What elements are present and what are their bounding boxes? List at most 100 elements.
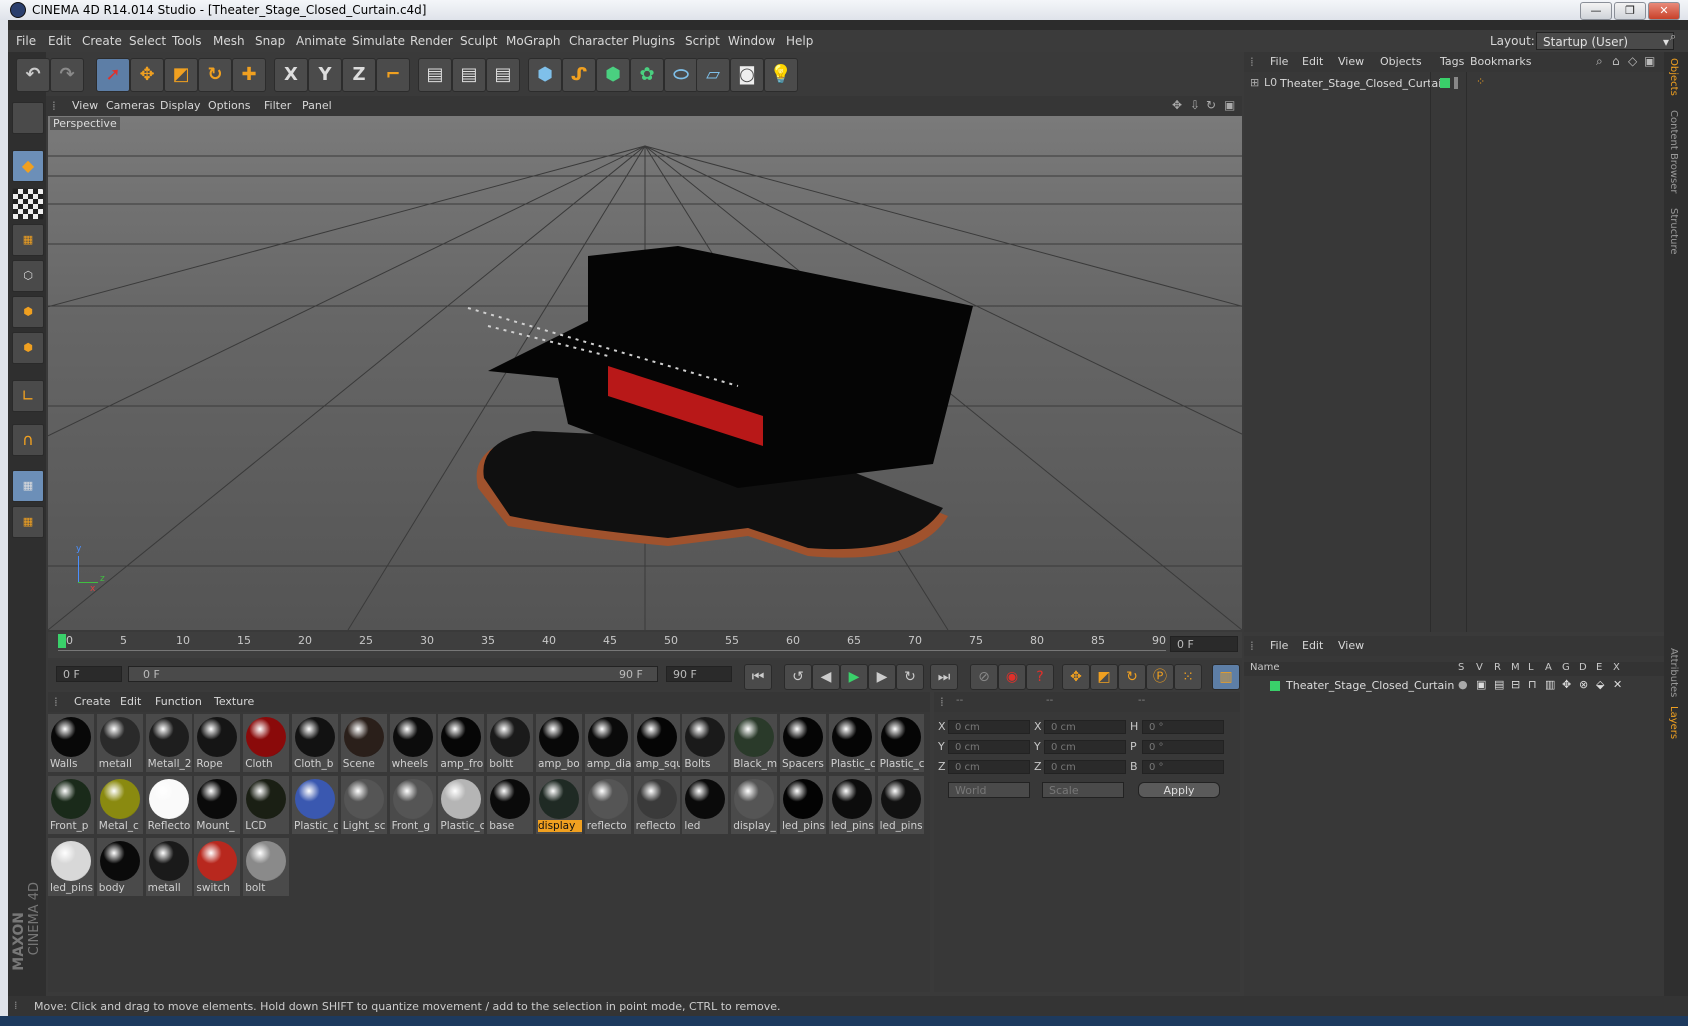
layer-generators-icon[interactable]: ✥ — [1562, 678, 1571, 691]
add-light-button[interactable]: 💡 — [764, 58, 798, 92]
key-pla-button[interactable]: ⁙ — [1174, 664, 1202, 690]
lock-z-axis-button[interactable]: Z — [342, 58, 376, 92]
material-swatch[interactable]: reflecto — [633, 776, 680, 834]
object-menu-bookmarks[interactable]: Bookmarks — [1470, 55, 1531, 68]
layer-col-m[interactable]: M — [1511, 662, 1520, 673]
material-swatch[interactable]: LCD — [243, 776, 290, 834]
menu-window[interactable]: Window — [728, 34, 775, 48]
record-keys-button[interactable]: ⊘ — [970, 664, 998, 690]
material-swatch[interactable]: Cloth_b — [292, 714, 338, 772]
current-frame-field[interactable]: 0 F — [1170, 636, 1238, 652]
layer-col-name[interactable]: Name — [1250, 662, 1280, 673]
viewport-dolly-icon[interactable]: ⇩ — [1190, 98, 1200, 112]
material-swatch[interactable]: Plastic_c — [292, 776, 338, 834]
material-menu-edit[interactable]: Edit — [120, 695, 141, 708]
model-mode-button[interactable] — [12, 102, 44, 134]
layer-col-l[interactable]: L — [1528, 662, 1534, 673]
add-camera-button[interactable]: ◙ — [730, 58, 764, 92]
rot-b-field[interactable]: 0 ° — [1142, 760, 1224, 774]
size-x-field[interactable]: 0 cm — [1044, 720, 1126, 734]
pos-x-field[interactable]: 0 cm — [948, 720, 1030, 734]
layer-render-icon[interactable]: ▤ — [1494, 678, 1504, 691]
material-swatch[interactable]: led_pins — [48, 838, 94, 896]
material-swatch[interactable]: metall — [96, 714, 143, 772]
redo-button[interactable]: ↷ — [50, 58, 84, 92]
menu-plugins[interactable]: Plugins — [632, 34, 675, 48]
object-menu-file[interactable]: File — [1270, 55, 1288, 68]
step-back-button[interactable]: ◀ — [812, 664, 840, 690]
tab-content-browser[interactable]: Content Browser — [1668, 110, 1679, 193]
object-menu-view[interactable]: View — [1338, 55, 1364, 68]
key-parameter-button[interactable]: Ⓟ — [1146, 664, 1174, 690]
workplane-button[interactable]: ▦ — [12, 224, 44, 256]
layer-col-x[interactable]: X — [1613, 662, 1620, 673]
render-view-button[interactable]: ▤ — [418, 58, 452, 92]
autokey-button[interactable]: ◉ — [998, 664, 1026, 690]
start-frame-field[interactable]: 0 F — [56, 666, 122, 682]
locked-workplane-button[interactable]: ▦ — [12, 470, 44, 502]
layer-manager-icon[interactable]: ⊟ — [1511, 678, 1520, 691]
menu-mesh[interactable]: Mesh — [213, 34, 245, 48]
add-spline-button[interactable]: ᔑ — [562, 58, 596, 92]
material-menu-function[interactable]: Function — [155, 695, 202, 708]
object-menu-edit[interactable]: Edit — [1302, 55, 1323, 68]
layer-col-a[interactable]: A — [1545, 662, 1552, 673]
texture-mode-button[interactable] — [12, 188, 44, 220]
coordinate-system-button[interactable]: ⌐ — [376, 58, 410, 92]
points-mode-button[interactable]: ⬡ — [12, 260, 44, 292]
material-swatch[interactable]: Black_m — [731, 714, 778, 772]
layer-menu-edit[interactable]: Edit — [1302, 639, 1323, 652]
layer-name[interactable]: Theater_Stage_Closed_Curtain — [1286, 679, 1454, 692]
close-button[interactable]: ✕ — [1648, 2, 1680, 20]
material-swatch[interactable]: Spacers — [780, 714, 826, 772]
material-swatch[interactable]: display_ — [731, 776, 778, 834]
live-selection-button[interactable]: ➚ — [96, 58, 130, 92]
material-swatch[interactable]: display — [536, 776, 582, 834]
material-menu-texture[interactable]: Texture — [214, 695, 254, 708]
object-home-icon[interactable]: ⌂ — [1612, 54, 1620, 68]
move-tool-button[interactable]: ✥ — [130, 58, 164, 92]
add-deformer-button[interactable]: ⬭ — [664, 58, 698, 92]
timeline-window-button[interactable]: ▥ — [1212, 664, 1240, 690]
layer-col-e[interactable]: E — [1596, 662, 1602, 673]
playhead-marker[interactable] — [58, 634, 66, 648]
material-swatch[interactable]: Metal_c — [96, 776, 143, 834]
menu-file[interactable]: File — [16, 34, 36, 48]
viewport-maximize-icon[interactable]: ▣ — [1224, 98, 1235, 112]
tab-layers[interactable]: Layers — [1668, 706, 1679, 739]
rot-p-field[interactable]: 0 ° — [1142, 740, 1224, 754]
go-to-end-button[interactable]: ⏭ — [930, 664, 958, 690]
apply-button[interactable]: Apply — [1138, 782, 1220, 798]
menu-animate[interactable]: Animate — [296, 34, 346, 48]
menu-select[interactable]: Select — [129, 34, 166, 48]
layer-col-g[interactable]: G — [1562, 662, 1570, 673]
layer-menu-view[interactable]: View — [1338, 639, 1364, 652]
viewport-menu-view[interactable]: View — [72, 99, 98, 112]
material-swatch[interactable]: Bolts — [682, 714, 729, 772]
material-swatch[interactable]: Front_g — [389, 776, 436, 834]
material-swatch[interactable]: metall — [145, 838, 192, 896]
material-swatch[interactable]: led_pins — [780, 776, 826, 834]
layer-solo-icon[interactable]: ● — [1458, 678, 1468, 691]
object-tag-icon[interactable]: ⁘ — [1476, 75, 1485, 88]
material-swatch[interactable]: wheels — [389, 714, 436, 772]
layout-dropdown[interactable]: Startup (User) ▾ — [1536, 32, 1674, 50]
scale-mode-dropdown[interactable]: Scale — [1042, 782, 1124, 798]
object-layer-swatch[interactable] — [1440, 78, 1450, 88]
material-swatch[interactable]: reflecto — [584, 776, 631, 834]
menu-character[interactable]: Character — [569, 34, 628, 48]
menu-sculpt[interactable]: Sculpt — [460, 34, 497, 48]
key-rotation-button[interactable]: ↻ — [1118, 664, 1146, 690]
add-subdivision-button[interactable]: ⬢ — [596, 58, 630, 92]
material-swatch[interactable]: Scene — [340, 714, 387, 772]
step-forward-button[interactable]: ▶ — [868, 664, 896, 690]
layer-visible-icon[interactable]: ▣ — [1476, 678, 1486, 691]
play-button[interactable]: ▶ — [840, 664, 868, 690]
object-menu-tags[interactable]: Tags — [1440, 55, 1464, 68]
lock-x-axis-button[interactable]: X — [274, 58, 308, 92]
layer-col-s[interactable]: S — [1458, 662, 1464, 673]
tab-attributes[interactable]: Attributes — [1668, 648, 1679, 697]
pos-z-field[interactable]: 0 cm — [948, 760, 1030, 774]
expand-icon[interactable]: ⊞ — [1250, 76, 1259, 89]
material-swatch[interactable]: amp_bo — [536, 714, 582, 772]
